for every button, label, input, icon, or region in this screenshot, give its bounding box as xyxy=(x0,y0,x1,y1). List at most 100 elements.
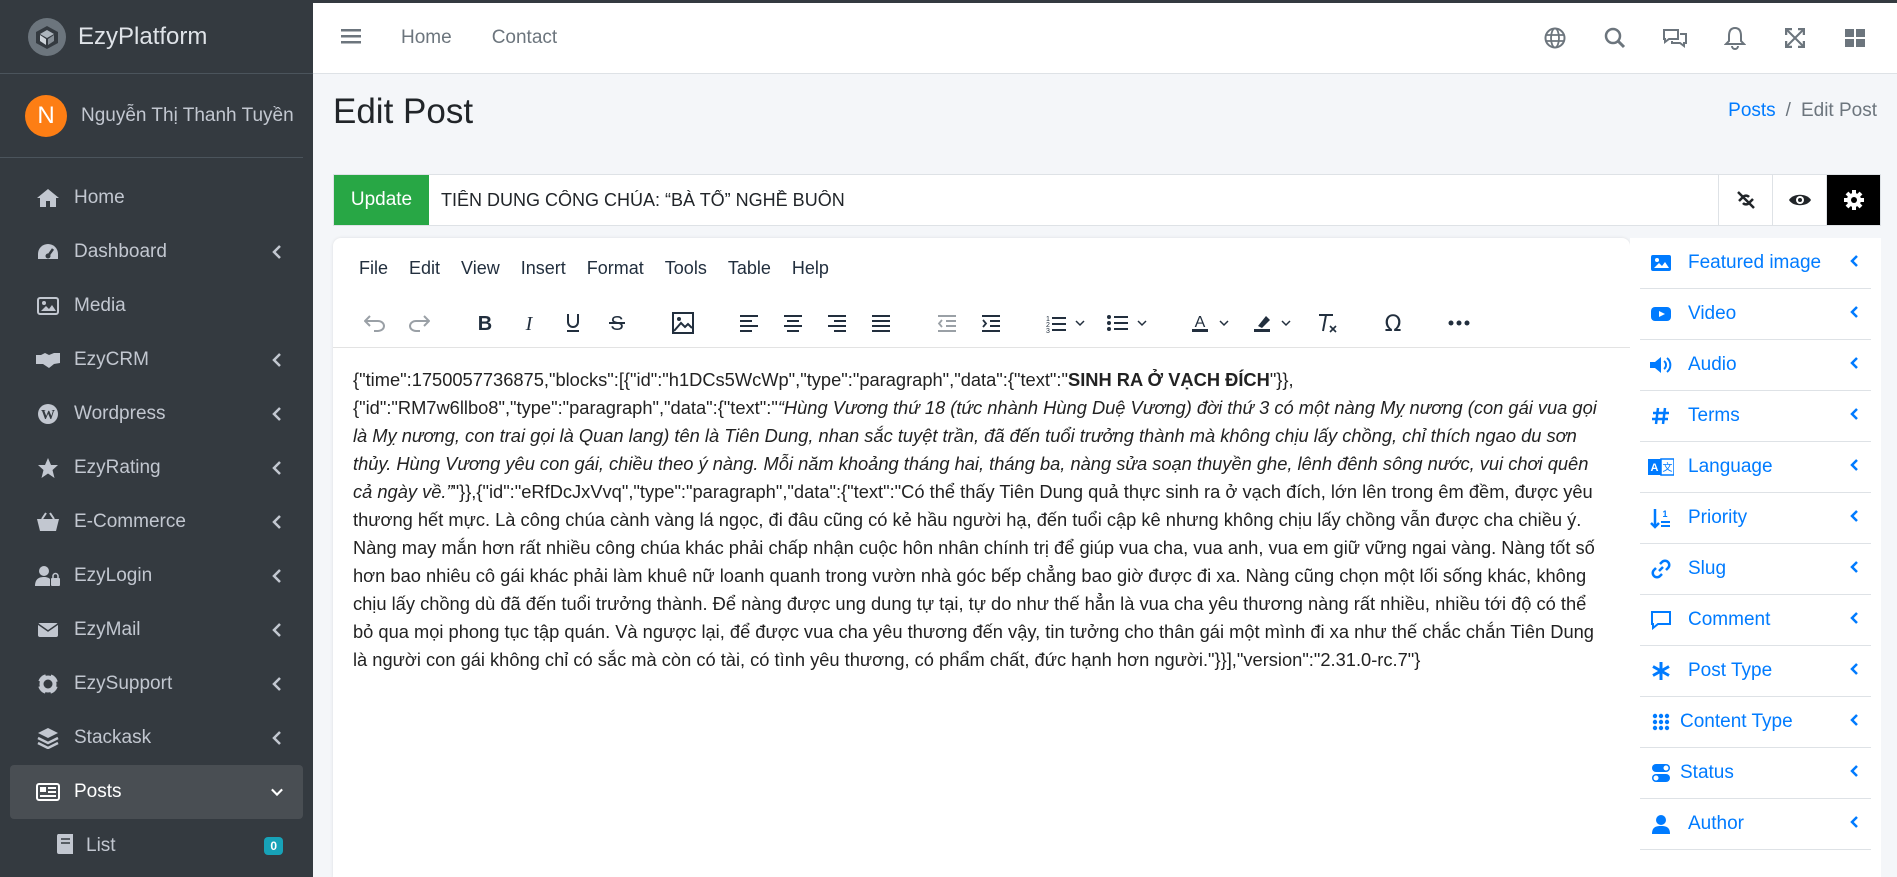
top-icons xyxy=(1525,26,1885,50)
panel-item-status[interactable]: Status xyxy=(1640,748,1871,799)
post-title-bar: Update xyxy=(333,174,1881,226)
numbered-list-icon[interactable]: 123 xyxy=(1035,303,1097,343)
toggle-icon xyxy=(1648,762,1674,784)
rich-text-editor: File Edit View Insert Format Tools Table… xyxy=(333,238,1630,877)
post-title-input[interactable] xyxy=(429,175,1718,225)
top-link-contact[interactable]: Contact xyxy=(492,27,557,49)
search-icon[interactable] xyxy=(1585,27,1645,49)
panel-item-featured-image[interactable]: Featured image xyxy=(1640,238,1871,289)
menu-table[interactable]: Table xyxy=(728,258,771,279)
redo-icon[interactable] xyxy=(397,303,441,343)
menu-tools[interactable]: Tools xyxy=(665,258,707,279)
clear-formatting-icon[interactable] xyxy=(1305,303,1349,343)
panel-item-label: Featured image xyxy=(1688,252,1822,273)
chevron-left-icon xyxy=(1849,764,1859,783)
panel-item-label: Terms xyxy=(1688,405,1740,426)
panel-item-label: Slug xyxy=(1688,558,1727,579)
menu-view[interactable]: View xyxy=(461,258,500,279)
sidebar-item-ezylogin[interactable]: EzyLogin xyxy=(10,549,303,603)
italic-icon[interactable]: I xyxy=(507,303,551,343)
more-options-icon[interactable] xyxy=(1437,303,1481,343)
panel-item-comment[interactable]: Comment xyxy=(1640,595,1871,646)
chevron-left-icon xyxy=(1849,611,1859,630)
sidebar-item-ecommerce[interactable]: E-Commerce xyxy=(10,495,303,549)
bullet-list-icon[interactable] xyxy=(1097,303,1159,343)
sidebar-item-label: Posts xyxy=(74,781,122,802)
menu-format[interactable]: Format xyxy=(587,258,644,279)
align-justify-icon[interactable] xyxy=(859,303,903,343)
grid-apps-icon[interactable] xyxy=(1825,28,1885,48)
star-icon xyxy=(34,456,62,480)
panel-item-audio[interactable]: Audio xyxy=(1640,340,1871,391)
sidebar-item-label: Media xyxy=(74,295,126,316)
underline-icon[interactable] xyxy=(551,303,595,343)
panel-item-label: Author xyxy=(1688,813,1744,834)
brand-logo-icon xyxy=(28,17,66,56)
indent-icon[interactable] xyxy=(969,303,1013,343)
text-color-icon[interactable]: A xyxy=(1181,303,1243,343)
update-button[interactable]: Update xyxy=(334,175,429,225)
chevron-left-icon xyxy=(1849,713,1859,732)
sidebar-item-stackask[interactable]: Stackask xyxy=(10,711,303,765)
sidebar-item-media[interactable]: Media xyxy=(10,279,303,333)
chevron-left-icon xyxy=(271,730,283,746)
sidebar-item-ezymail[interactable]: EzyMail xyxy=(10,603,303,657)
chat-icon[interactable] xyxy=(1645,27,1705,49)
menu-edit[interactable]: Edit xyxy=(409,258,440,279)
sidebar-item-label: Home xyxy=(74,187,125,208)
panel-item-label: Content Type xyxy=(1680,711,1793,732)
svg-text:1: 1 xyxy=(1662,509,1667,519)
panel-item-slug[interactable]: Slug xyxy=(1640,544,1871,595)
panel-item-language[interactable]: A文 Language xyxy=(1640,442,1871,493)
panel-item-terms[interactable]: Terms xyxy=(1640,391,1871,442)
sidebar-item-home[interactable]: Home xyxy=(10,171,303,225)
grid-icon xyxy=(1648,711,1674,733)
panel-item-author[interactable]: Author xyxy=(1640,799,1871,850)
basket-icon xyxy=(34,510,62,534)
preview-eye-icon[interactable] xyxy=(1772,175,1826,225)
bell-icon[interactable] xyxy=(1705,26,1765,50)
strikethrough-icon[interactable]: S xyxy=(595,303,639,343)
sidebar-item-wordpress[interactable]: W Wordpress xyxy=(10,387,303,441)
sidebar-item-ezycrm[interactable]: EzyCRM xyxy=(10,333,303,387)
align-right-icon[interactable] xyxy=(815,303,859,343)
editor-content[interactable]: {"time":1750057736875,"blocks":[{"id":"h… xyxy=(333,348,1630,674)
highlight-color-icon[interactable] xyxy=(1243,303,1305,343)
breadcrumb-link-posts[interactable]: Posts xyxy=(1728,100,1776,122)
top-link-home[interactable]: Home xyxy=(401,27,452,49)
panel-item-video[interactable]: Video xyxy=(1640,289,1871,340)
lifebuoy-icon xyxy=(34,672,62,696)
sidebar-item-label: EzyMail xyxy=(74,619,141,640)
panel-item-priority[interactable]: 1 Priority xyxy=(1640,493,1871,544)
panel-item-label: Post Type xyxy=(1688,660,1773,681)
comment-icon xyxy=(1648,609,1674,631)
brand[interactable]: EzyPlatform xyxy=(0,0,313,74)
align-center-icon[interactable] xyxy=(771,303,815,343)
user-panel[interactable]: N Nguyễn Thị Thanh Tuyền xyxy=(0,74,303,158)
chevron-left-icon xyxy=(1849,560,1859,579)
align-left-icon[interactable] xyxy=(727,303,771,343)
menu-toggle-icon[interactable] xyxy=(341,28,361,49)
sidebar-item-posts[interactable]: Posts xyxy=(10,765,303,819)
fullscreen-icon[interactable] xyxy=(1765,28,1825,48)
insert-image-icon[interactable] xyxy=(661,303,705,343)
unlink-icon[interactable] xyxy=(1718,175,1772,225)
image-icon xyxy=(34,294,62,318)
undo-icon[interactable] xyxy=(353,303,397,343)
outdent-icon[interactable] xyxy=(925,303,969,343)
menu-help[interactable]: Help xyxy=(792,258,829,279)
panel-item-content-type[interactable]: Content Type xyxy=(1640,697,1871,748)
svg-text:W: W xyxy=(41,408,55,423)
chevron-left-icon xyxy=(271,622,283,638)
bold-icon[interactable]: B xyxy=(463,303,507,343)
globe-icon[interactable] xyxy=(1525,27,1585,49)
panel-item-post-type[interactable]: Post Type xyxy=(1640,646,1871,697)
sidebar-subitem-list[interactable]: List 0 xyxy=(10,819,303,873)
menu-file[interactable]: File xyxy=(359,258,388,279)
sidebar-item-ezyrating[interactable]: EzyRating xyxy=(10,441,303,495)
special-character-omega-icon[interactable]: Ω xyxy=(1371,303,1415,343)
sidebar-item-ezysupport[interactable]: EzySupport xyxy=(10,657,303,711)
sidebar-item-dashboard[interactable]: Dashboard xyxy=(10,225,303,279)
settings-gear-icon[interactable] xyxy=(1826,175,1880,225)
menu-insert[interactable]: Insert xyxy=(521,258,566,279)
